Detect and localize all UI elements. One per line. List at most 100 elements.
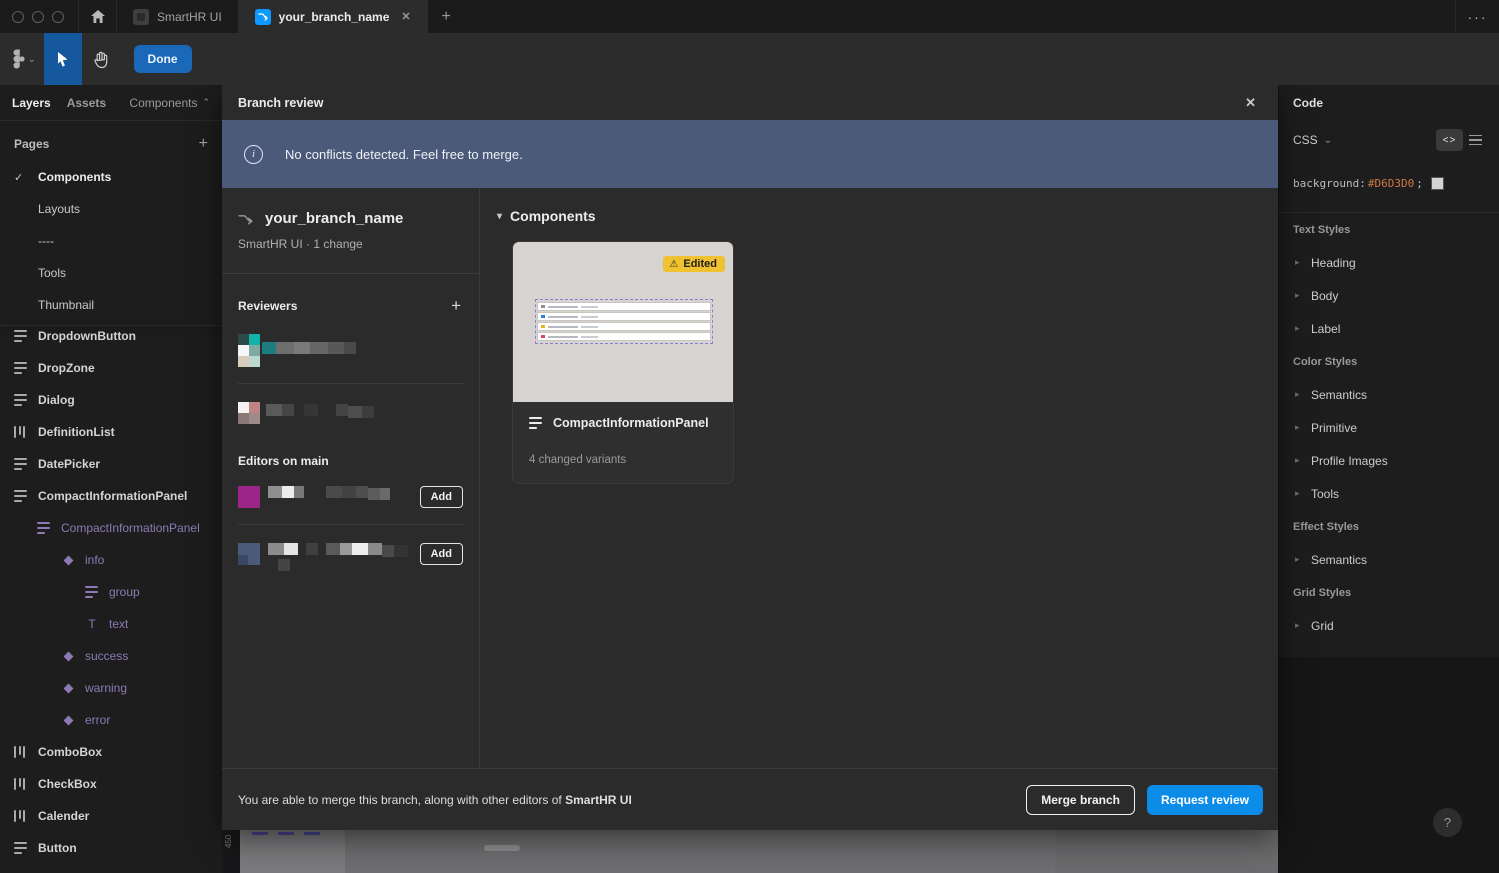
- layer-combobox[interactable]: ComboBox: [0, 736, 222, 768]
- caret-right-icon[interactable]: ▸: [1295, 290, 1311, 301]
- page-item-thumbnail[interactable]: Thumbnail: [0, 289, 222, 321]
- layer-variant-error[interactable]: error: [0, 704, 222, 736]
- canvas-component-marker: [304, 832, 320, 835]
- layer-group[interactable]: group: [0, 576, 222, 608]
- main-menu-button[interactable]: ⌄: [0, 33, 44, 85]
- pages-header: Pages +: [0, 127, 222, 161]
- style-item-grid[interactable]: ▸Grid: [1279, 609, 1499, 642]
- figma-app-window: 450 SmartHR UI your_branch_name ✕ + ···: [0, 0, 1499, 873]
- layer-datepicker[interactable]: DatePicker: [0, 448, 222, 480]
- layer-text[interactable]: Ttext: [0, 608, 222, 640]
- caret-right-icon[interactable]: ▸: [1295, 257, 1311, 268]
- window-controls[interactable]: [0, 0, 78, 33]
- style-item-heading[interactable]: ▸Heading: [1279, 246, 1499, 279]
- page-item-layouts[interactable]: Layouts: [0, 193, 222, 225]
- style-item-primitive[interactable]: ▸Primitive: [1279, 411, 1499, 444]
- style-item-body[interactable]: ▸Body: [1279, 279, 1499, 312]
- style-item-semantics[interactable]: ▸Semantics: [1279, 378, 1499, 411]
- caret-right-icon[interactable]: ▸: [1295, 422, 1311, 433]
- style-label: Heading: [1311, 256, 1356, 270]
- hand-tool-button[interactable]: [82, 33, 120, 85]
- merge-branch-button[interactable]: Merge branch: [1026, 785, 1135, 815]
- caret-down-icon[interactable]: ▾: [497, 211, 502, 222]
- changed-component-card[interactable]: ⚠ Edited CompactInforma: [512, 241, 734, 484]
- no-conflicts-banner: i No conflicts detected. Feel free to me…: [222, 120, 1278, 188]
- layer-dialog[interactable]: Dialog: [0, 384, 222, 416]
- layer-variant-success[interactable]: success: [0, 640, 222, 672]
- add-page-button[interactable]: +: [199, 135, 208, 153]
- code-view-button[interactable]: <>: [1436, 129, 1463, 151]
- chevron-down-icon: ⌄: [28, 54, 36, 65]
- layer-compactinformationpanel[interactable]: CompactInformationPanel: [0, 480, 222, 512]
- home-tab[interactable]: [78, 0, 116, 33]
- style-item-tools[interactable]: ▸Tools: [1279, 477, 1499, 510]
- minimize-window-button[interactable]: [32, 11, 44, 23]
- layer-checkbox[interactable]: CheckBox: [0, 768, 222, 800]
- done-button[interactable]: Done: [134, 45, 192, 73]
- caret-right-icon[interactable]: ▸: [1295, 620, 1311, 631]
- style-item-effect-semantics[interactable]: ▸Semantics: [1279, 543, 1499, 576]
- caret-right-icon[interactable]: ▸: [1295, 554, 1311, 565]
- new-tab-button[interactable]: +: [427, 0, 465, 33]
- close-window-button[interactable]: [12, 11, 24, 23]
- move-tool-button[interactable]: [44, 33, 82, 85]
- style-item-label[interactable]: ▸Label: [1279, 312, 1499, 345]
- layer-calender[interactable]: Calender: [0, 800, 222, 832]
- component-name: CompactInformationPanel: [553, 416, 709, 430]
- layer-compactinformationpanel-set[interactable]: CompactInformationPanel: [0, 512, 222, 544]
- add-editor-button[interactable]: Add: [420, 486, 463, 508]
- style-item-profile-images[interactable]: ▸Profile Images: [1279, 444, 1499, 477]
- frame-icon: [14, 490, 28, 502]
- window-menu-button[interactable]: ···: [1455, 0, 1499, 33]
- zoom-window-button[interactable]: [52, 11, 64, 23]
- banner-message: No conflicts detected. Feel free to merg…: [285, 147, 523, 162]
- style-label: Tools: [1311, 487, 1339, 501]
- component-thumbnail: ⚠ Edited: [513, 242, 733, 402]
- home-icon: [90, 9, 106, 24]
- pages-title: Pages: [14, 137, 49, 151]
- components-section-header[interactable]: ▾ Components: [497, 208, 596, 224]
- canvas-area[interactable]: 450: [222, 830, 1278, 873]
- style-label: Grid: [1311, 619, 1334, 633]
- caret-right-icon[interactable]: ▸: [1295, 455, 1311, 466]
- page-item-tools[interactable]: Tools: [0, 257, 222, 289]
- caret-right-icon[interactable]: ▸: [1295, 389, 1311, 400]
- tab-your-branch-name[interactable]: your_branch_name ✕: [238, 0, 427, 33]
- layer-definitionlist[interactable]: DefinitionList: [0, 416, 222, 448]
- branch-arrow-icon: [238, 213, 253, 225]
- list-view-button[interactable]: [1463, 129, 1487, 151]
- reviewer-row: [238, 334, 463, 367]
- page-selector[interactable]: Components ⌃: [129, 96, 210, 110]
- chevron-up-icon: ⌃: [202, 97, 210, 108]
- css-code-line[interactable]: background: #D6D3D0;: [1279, 159, 1499, 213]
- close-icon[interactable]: ✕: [1239, 91, 1262, 115]
- layer-dropdownbutton[interactable]: DropdownButton: [0, 320, 222, 352]
- file-icon: [133, 9, 149, 25]
- titlebar-spacer: [465, 0, 1455, 33]
- tab-assets[interactable]: Assets: [67, 96, 106, 110]
- layers-list: DropdownButton DropZone Dialog Definitio…: [0, 320, 222, 864]
- add-editor-button[interactable]: Add: [420, 543, 463, 565]
- horizontal-scrollbar[interactable]: [484, 845, 520, 851]
- layer-variant-info[interactable]: info: [0, 544, 222, 576]
- tab-smarthr-ui[interactable]: SmartHR UI: [116, 0, 238, 33]
- caret-right-icon[interactable]: ▸: [1295, 488, 1311, 499]
- caret-right-icon[interactable]: ▸: [1295, 323, 1311, 334]
- frame-icon: [37, 522, 51, 534]
- help-button[interactable]: ?: [1433, 808, 1462, 837]
- layer-variant-warning[interactable]: warning: [0, 672, 222, 704]
- components-title: Components: [510, 208, 596, 224]
- close-tab-icon[interactable]: ✕: [401, 10, 410, 23]
- layer-button[interactable]: Button: [0, 832, 222, 864]
- page-item-components[interactable]: ✓Components: [0, 161, 222, 193]
- color-swatch[interactable]: [1431, 177, 1444, 190]
- page-item-divider[interactable]: ----: [0, 225, 222, 257]
- tab-layers[interactable]: Layers: [12, 96, 51, 110]
- request-review-button[interactable]: Request review: [1147, 785, 1263, 815]
- footer-text: You are able to merge this branch, along…: [238, 793, 565, 807]
- layer-dropzone[interactable]: DropZone: [0, 352, 222, 384]
- add-reviewer-button[interactable]: +: [451, 296, 463, 316]
- code-language-select[interactable]: CSS: [1293, 133, 1318, 147]
- editors-header: Editors on main: [238, 454, 463, 468]
- badge-label: Edited: [683, 258, 717, 270]
